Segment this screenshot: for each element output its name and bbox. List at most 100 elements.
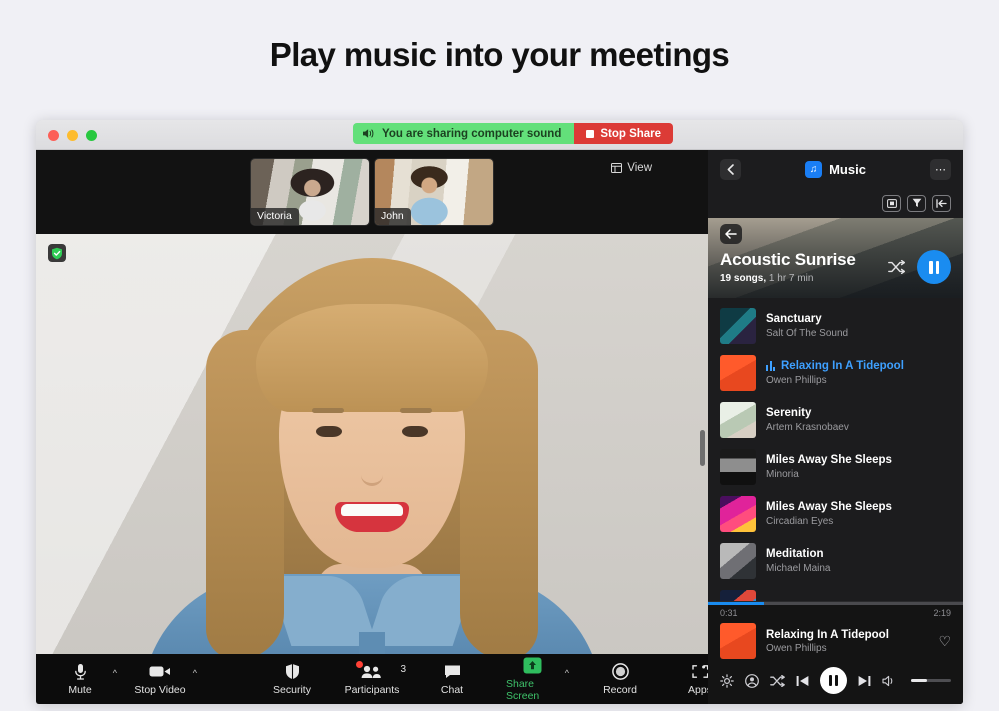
toolbar-label: Participants xyxy=(345,684,400,696)
track-row[interactable]: Meditation Michael Maina xyxy=(708,537,963,584)
speaker-eye-left xyxy=(316,426,342,437)
music-side-panel: ♫ Music ⋯ xyxy=(708,150,963,704)
page: Play music into your meetings You are sh… xyxy=(0,0,999,711)
album-art xyxy=(720,402,756,438)
apps-icon xyxy=(692,663,709,681)
now-playing-bar: 0:31 2:19 Relaxing In A Tidepool Owen Ph… xyxy=(708,601,963,704)
music-note-icon: ♫ xyxy=(805,161,822,178)
playlist-duration: 1 hr 7 min xyxy=(769,273,813,284)
music-more-options-button[interactable]: ⋯ xyxy=(930,159,951,180)
next-icon[interactable] xyxy=(858,675,871,687)
previous-icon[interactable] xyxy=(796,675,809,687)
speaker-nose xyxy=(361,454,383,486)
album-art xyxy=(720,590,756,602)
chat-icon xyxy=(444,663,461,681)
account-icon[interactable] xyxy=(745,674,759,688)
sharing-sound-status: You are sharing computer sound xyxy=(353,123,574,144)
music-back-button[interactable] xyxy=(720,159,741,180)
meeting-stage: Victoria John View xyxy=(36,150,708,704)
progress-fill xyxy=(708,602,764,605)
record-icon xyxy=(612,663,629,681)
toolbar-security-button[interactable]: Security xyxy=(266,654,318,704)
stop-share-button[interactable]: Stop Share xyxy=(574,123,673,144)
toolbar-chat-button[interactable]: Chat xyxy=(426,654,478,704)
speaker-icon xyxy=(362,128,375,139)
toolbar-label: Mute xyxy=(68,684,91,696)
toolbar-share-screen-button[interactable]: Share Screen ^ xyxy=(506,654,558,704)
window-titlebar: You are sharing computer sound Stop Shar… xyxy=(36,120,963,150)
track-row[interactable]: Serenity Artem Krasnobaev xyxy=(708,396,963,443)
pause-bar-left xyxy=(829,675,832,686)
sharing-sound-text: You are sharing computer sound xyxy=(382,128,561,140)
meeting-toolbar: Mute ^ Stop Video ^ xyxy=(36,654,708,704)
minimize-window-button[interactable] xyxy=(67,130,78,141)
participants-count: 3 xyxy=(400,664,406,675)
encryption-badge[interactable] xyxy=(48,244,66,262)
album-art xyxy=(720,449,756,485)
track-row[interactable]: Relaxing In A Tidepool Owen Phillips xyxy=(708,349,963,396)
track-list[interactable]: Sanctuary Salt Of The Sound Relaxing In … xyxy=(708,298,963,601)
music-panel-subbar xyxy=(708,188,963,218)
track-title: Meditation xyxy=(766,548,830,560)
playback-progress[interactable] xyxy=(708,602,963,605)
grid-icon xyxy=(611,163,622,173)
chevron-up-icon[interactable]: ^ xyxy=(193,668,197,678)
volume-icon[interactable] xyxy=(882,675,896,687)
track-row[interactable]: Miles Away She Sleeps Circadian Eyes xyxy=(708,490,963,537)
shuffle-icon[interactable] xyxy=(770,675,785,687)
now-playing-track: Relaxing In A Tidepool Owen Phillips ♡ xyxy=(708,618,963,665)
stage-scrollbar[interactable] xyxy=(700,430,705,466)
toolbar-participants-button[interactable]: 3 Participants xyxy=(346,654,398,704)
playlist-actions xyxy=(888,250,951,284)
album-art xyxy=(720,355,756,391)
picture-in-picture-icon[interactable] xyxy=(882,195,901,212)
toolbar-label: Chat xyxy=(441,684,463,696)
toolbar-label: Security xyxy=(273,684,311,696)
zoom-app-window: You are sharing computer sound Stop Shar… xyxy=(36,120,963,704)
elapsed-time: 0:31 xyxy=(720,608,738,618)
track-title-playing: Relaxing In A Tidepool xyxy=(766,360,904,372)
track-artist: Minoria xyxy=(766,469,892,480)
play-pause-button[interactable] xyxy=(820,667,847,694)
shuffle-icon[interactable] xyxy=(888,260,905,274)
view-label: View xyxy=(627,162,652,174)
participant-thumbnail[interactable]: John xyxy=(374,158,494,226)
progress-track[interactable] xyxy=(708,602,963,605)
traffic-lights xyxy=(48,130,97,141)
maximize-window-button[interactable] xyxy=(86,130,97,141)
speaker-eye-right xyxy=(402,426,428,437)
close-window-button[interactable] xyxy=(48,130,59,141)
now-playing-album-art xyxy=(720,623,756,659)
toolbar-mute-button[interactable]: Mute ^ xyxy=(54,654,106,704)
album-art xyxy=(720,496,756,532)
track-title: Miles Away She Sleeps xyxy=(766,454,892,466)
chevron-up-icon[interactable]: ^ xyxy=(565,668,569,678)
view-button[interactable]: View xyxy=(611,162,652,174)
page-title: Play music into your meetings xyxy=(0,36,999,74)
track-title: Relaxing In A Tidepool xyxy=(781,360,904,372)
participant-filmstrip: Victoria John View xyxy=(36,150,708,234)
track-row[interactable]: Miles Away She Sleeps Minoria xyxy=(708,443,963,490)
playlist-play-pause-button[interactable] xyxy=(917,250,951,284)
volume-slider[interactable] xyxy=(911,679,951,682)
speaker-bangs xyxy=(256,304,488,412)
album-art xyxy=(720,543,756,579)
speaker-teeth xyxy=(341,504,403,516)
chevron-left-icon xyxy=(727,164,734,175)
shield-icon xyxy=(285,663,300,681)
playlist-back-button[interactable] xyxy=(720,224,742,244)
pause-bar-right xyxy=(835,675,838,686)
collapse-panel-icon[interactable] xyxy=(932,195,951,212)
chevron-up-icon[interactable]: ^ xyxy=(113,668,117,678)
track-title: Miles Away She Sleeps xyxy=(766,501,892,513)
participant-thumbnail[interactable]: Victoria xyxy=(250,158,370,226)
arrow-left-icon xyxy=(725,229,737,239)
track-artist: Owen Phillips xyxy=(766,375,904,386)
heart-icon[interactable]: ♡ xyxy=(938,633,951,650)
toolbar-record-button[interactable]: Record xyxy=(594,654,646,704)
track-row[interactable]: Home xyxy=(708,584,963,601)
toolbar-stop-video-button[interactable]: Stop Video ^ xyxy=(134,654,186,704)
filter-icon[interactable] xyxy=(907,195,926,212)
track-row[interactable]: Sanctuary Salt Of The Sound xyxy=(708,302,963,349)
gear-icon[interactable] xyxy=(720,674,734,688)
